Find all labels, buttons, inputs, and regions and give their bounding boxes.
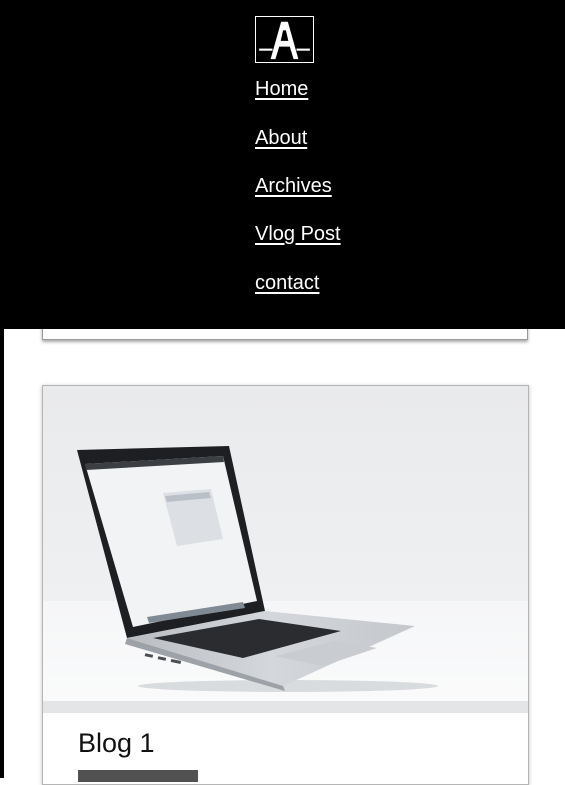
nav-link-about[interactable]: About [255, 126, 307, 150]
nav-link-contact[interactable]: contact [255, 271, 319, 295]
nav-menu-overlay: Home About Archives Vlog Post contact [4, 0, 565, 329]
nav-link-archives[interactable]: Archives [255, 174, 332, 198]
nav-link-vlog-post[interactable]: Vlog Post [255, 222, 341, 246]
blog-card[interactable]: Blog 1 [42, 385, 529, 785]
blog-card-subtitle-cutoff [78, 770, 198, 782]
a-letter-logo-icon [259, 21, 310, 60]
blog-card-title[interactable]: Blog 1 [78, 726, 155, 760]
laptop-photo [43, 386, 528, 713]
blog-card-image [43, 386, 528, 713]
site-logo[interactable] [255, 16, 314, 63]
nav-link-home[interactable]: Home [255, 77, 308, 101]
